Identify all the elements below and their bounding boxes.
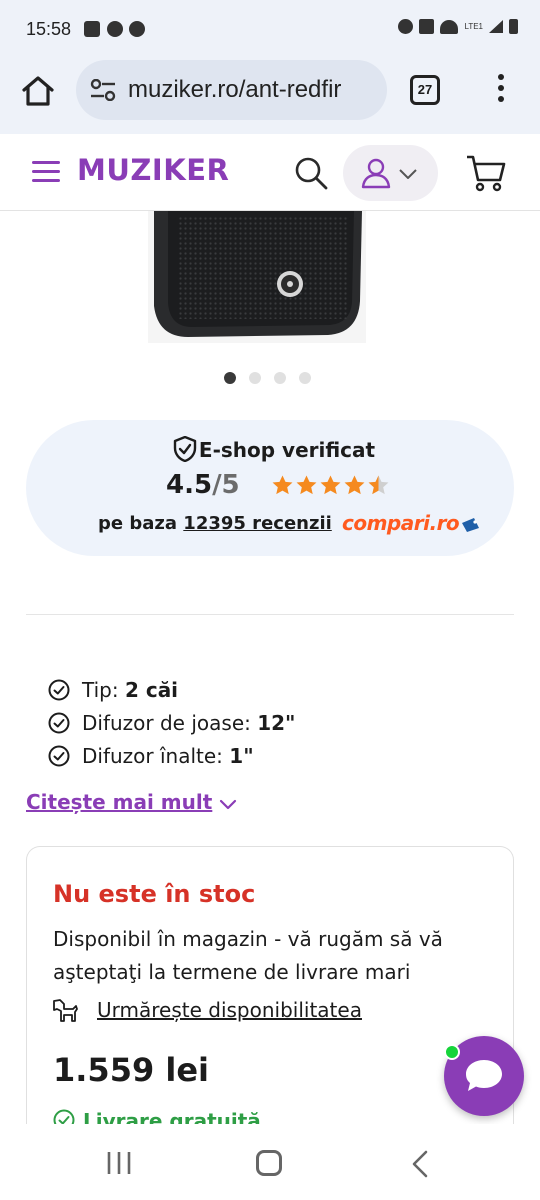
alarm-icon [398,19,414,34]
stock-status: Nu este în stoc [53,880,256,908]
star-icon [320,475,341,495]
gallery-dot[interactable] [224,372,236,384]
feature-label: Tip: [82,678,125,702]
chat-bubble-icon [466,1060,502,1091]
rating-score: 4.5/5 [166,470,240,500]
check-circle-icon [48,679,70,701]
compari-logo[interactable]: compari.ro [342,511,460,535]
availability-text: Disponibil în magazin - vă rugăm să vă a… [53,927,443,984]
system-navigation-bar [0,1124,540,1200]
product-price: 1.559 lei [53,1051,209,1089]
feature-value: 1" [229,744,254,768]
feature-item: Difuzor înalte: 1" [48,743,295,776]
search-icon[interactable] [294,156,328,190]
read-more-link[interactable]: Citește mai mult [26,790,212,814]
home-icon[interactable] [20,73,56,109]
recent-apps-icon[interactable] [106,1151,132,1175]
system-home-icon[interactable] [256,1150,282,1176]
feature-value: 2 căi [124,678,179,702]
chevron-down-icon[interactable] [218,794,238,814]
site-settings-icon[interactable] [90,79,116,101]
gallery-dot[interactable] [274,372,286,384]
feature-label: Difuzor înalte: [82,744,230,768]
stock-card: Nu este în stoc Disponibil în magazin - … [26,846,514,1146]
chevron-down-icon [399,169,417,179]
network-type-label: LTE1 [464,22,483,31]
review-count-link[interactable]: 12395 recenzii [183,513,331,534]
site-header: MUZIKER [0,134,540,211]
price-tag-icon [462,518,479,532]
mute-icon [419,19,435,34]
wifi-icon [440,19,459,34]
status-bar: 15:58 LTE1 [0,0,540,60]
watch-availability-link[interactable]: Urmărește disponibilitatea [97,998,362,1022]
star-icon [296,475,317,495]
messenger-icon [107,21,123,37]
back-icon[interactable] [410,1150,430,1178]
verified-title: E-shop verificat [198,438,376,462]
messenger-icon-2 [129,21,145,37]
battery-icon [509,19,518,34]
feature-label: Difuzor de joase: [82,711,258,735]
gallery-notification-icon [84,21,100,37]
check-circle-icon [48,745,70,767]
gallery-dot[interactable] [299,372,311,384]
signal-icon [489,20,503,33]
url-text[interactable]: muziker.ro/ant-redfir [128,76,378,104]
address-bar[interactable]: muziker.ro/ant-redfir [76,60,387,120]
review-basis: pe baza 12395 recenzii [98,513,332,534]
half-star-icon [368,475,389,495]
tab-switcher-button[interactable]: 27 [410,75,440,105]
feature-list: Tip: 2 căi Difuzor de joase: 12" Difuzor… [48,677,295,776]
dog-icon [53,999,78,1022]
feature-value: 12" [257,711,296,735]
status-time: 15:58 [26,19,72,39]
feature-item: Difuzor de joase: 12" [48,710,295,743]
hamburger-menu-icon[interactable] [32,161,60,183]
rating-stars [271,474,390,497]
status-indicators: LTE1 [398,19,518,34]
gallery-dot[interactable] [249,372,261,384]
gallery-pagination [224,372,311,384]
divider [26,614,514,615]
online-status-dot [444,1044,460,1060]
product-image[interactable] [148,211,366,343]
kebab-menu-icon[interactable] [494,74,508,108]
verified-shop-card[interactable]: E-shop verificat 4.5/5 pe baza 12395 rec… [26,420,514,556]
account-button[interactable] [343,145,438,201]
cart-icon[interactable] [466,154,506,192]
user-icon [361,158,391,189]
site-logo[interactable]: MUZIKER [77,153,229,187]
check-circle-icon [48,712,70,734]
feature-item: Tip: 2 căi [48,677,295,710]
star-icon [272,475,293,495]
star-icon [344,475,365,495]
browser-toolbar: muziker.ro/ant-redfir 27 [0,60,540,134]
